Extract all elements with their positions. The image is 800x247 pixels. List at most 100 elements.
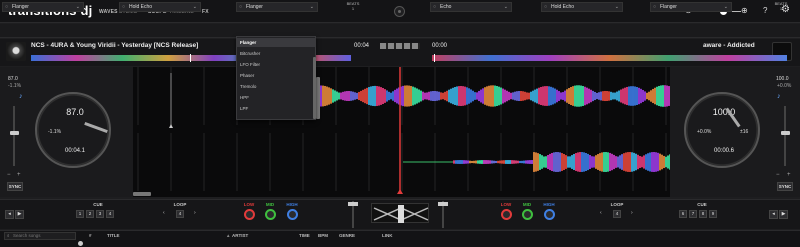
deck-b-fx1-select[interactable]: ○ Echo ⌄ bbox=[430, 2, 512, 12]
deck-a-cue-pad-2[interactable]: 2 bbox=[86, 210, 94, 218]
deck-a-fx3-select[interactable]: ○ Flanger ⌄ bbox=[236, 2, 318, 12]
deck-b-loop-value[interactable]: 4 bbox=[613, 210, 621, 218]
deck-a-waveform-bar bbox=[384, 89, 386, 103]
deck-a-loop-halve[interactable]: ‹ bbox=[163, 210, 165, 216]
deck-b-waveform-bar bbox=[665, 156, 667, 168]
deck-a-cue-pad-1[interactable]: 1 bbox=[76, 210, 84, 218]
deck-b-cue-pad-7[interactable]: 7 bbox=[689, 210, 697, 218]
deck-a-waveform-bar bbox=[580, 85, 582, 107]
dropdown-scrollbar[interactable] bbox=[313, 57, 316, 119]
waveform-scrollbar[interactable] bbox=[316, 77, 320, 119]
deck-b-fx2-select[interactable]: ○ Hold Echo ⌄ bbox=[541, 2, 623, 12]
deck-a-fx1-select[interactable]: ○ Flanger ⌄ bbox=[2, 2, 84, 12]
deck-b-waveform-bar bbox=[513, 160, 515, 164]
tab-waves[interactable]: WAVES bbox=[99, 9, 118, 15]
fx-option-phaser[interactable]: Phaser bbox=[237, 71, 315, 80]
deck-a-pitch-thumb[interactable] bbox=[10, 131, 19, 135]
deck-b-sync-button[interactable]: SYNC bbox=[777, 182, 793, 191]
deck-a-pitch-minus[interactable]: − bbox=[7, 172, 11, 178]
fx-option-lfo-filter[interactable]: LFO Filter bbox=[237, 60, 315, 69]
deck-a-cue-pad-4[interactable]: 4 bbox=[106, 210, 114, 218]
deck-b-eq-mid-knob[interactable] bbox=[522, 209, 533, 220]
deck-b-beats[interactable]: BEATS 1 bbox=[773, 1, 789, 13]
deck-a-eq-mid-knob[interactable] bbox=[265, 209, 276, 220]
deck-b-volume-thumb[interactable] bbox=[438, 202, 448, 206]
fx-option-flanger[interactable]: Flanger bbox=[237, 38, 315, 47]
deck-a-waveform-bar bbox=[502, 88, 504, 104]
column-time[interactable]: TIME bbox=[299, 233, 310, 238]
deck-a-waveform-bar bbox=[468, 88, 470, 104]
deck-a-cue-button[interactable]: ◂ bbox=[5, 210, 14, 219]
deck-a-eq-low-knob[interactable] bbox=[244, 209, 255, 220]
deck-a-sync-button[interactable]: SYNC bbox=[7, 182, 23, 191]
deck-a-waveform-bar bbox=[466, 87, 468, 105]
deck-a-eq-low-label: LOW bbox=[243, 202, 255, 207]
library-resize-handle[interactable] bbox=[78, 241, 83, 246]
deck-a-waveform-bar bbox=[624, 87, 626, 105]
deck-a-eq-high-knob[interactable] bbox=[287, 209, 298, 220]
deck-a-waveform-bar bbox=[514, 91, 516, 101]
deck-b-pitch-fader[interactable] bbox=[784, 106, 786, 166]
deck-a-fx2-select[interactable]: ○ Hold Echo ⌄ bbox=[119, 2, 201, 12]
deck-b-waveform-bar bbox=[459, 160, 461, 164]
deck-b-eq-low-knob[interactable] bbox=[501, 209, 512, 220]
column-title[interactable]: TITLE bbox=[107, 233, 120, 238]
deck-b-jog-wheel[interactable] bbox=[684, 92, 760, 168]
column-genre[interactable]: GENRE bbox=[339, 233, 355, 238]
deck-b-loop-double[interactable]: › bbox=[631, 210, 633, 216]
help-icon[interactable]: ? bbox=[763, 7, 767, 15]
deck-b-eq-high-knob[interactable] bbox=[544, 209, 555, 220]
column-link[interactable]: LINK bbox=[382, 233, 393, 238]
deck-a-beats[interactable]: BEATS 1 bbox=[345, 1, 361, 13]
deck-a-volume-thumb[interactable] bbox=[348, 202, 358, 206]
waveform-canvas[interactable] bbox=[133, 67, 671, 197]
tab-fx[interactable]: FX bbox=[202, 9, 209, 15]
column-artist[interactable]: ARTIST bbox=[232, 233, 248, 238]
deck-b-cue-pad-6[interactable]: 6 bbox=[679, 210, 687, 218]
deck-b-pitch-minus[interactable]: − bbox=[776, 172, 780, 178]
deck-a-minimap-buttons[interactable] bbox=[380, 43, 420, 49]
zoom-in-icon[interactable]: ⊕ bbox=[741, 7, 748, 15]
deck-a-play-button[interactable]: ▶ bbox=[15, 210, 24, 219]
deck-b-overview-waveform[interactable] bbox=[432, 55, 787, 61]
deck-b-loop-halve[interactable]: ‹ bbox=[600, 210, 602, 216]
deck-b-waveform-bar bbox=[579, 152, 581, 172]
deck-a-loop-double[interactable]: › bbox=[194, 210, 196, 216]
library-search-input[interactable]: ⌕ Search songs bbox=[4, 232, 76, 240]
deck-b-key-lock-icon[interactable]: ♪ bbox=[777, 93, 781, 100]
master-knob[interactable] bbox=[394, 6, 405, 17]
deck-a-waveform-bar bbox=[506, 90, 508, 102]
deck-a-waveform-bar bbox=[480, 89, 482, 103]
deck-b-play-button[interactable]: ▶ bbox=[779, 210, 788, 219]
crossfader[interactable] bbox=[371, 203, 429, 223]
deck-a-loop-value[interactable]: 4 bbox=[176, 210, 184, 218]
deck-a-waveform-bar bbox=[346, 91, 348, 101]
deck-b-cue-button[interactable]: ◂ bbox=[769, 210, 778, 219]
deck-a-waveform-bar bbox=[568, 88, 570, 104]
waveform-panel[interactable] bbox=[133, 67, 671, 197]
deck-a-cue-pad-3[interactable]: 3 bbox=[96, 210, 104, 218]
deck-b-waveform-bar bbox=[663, 155, 665, 169]
deck-b-fx3-select[interactable]: ○ Flanger ⌄ bbox=[650, 2, 732, 12]
deck-b-pitch-plus[interactable]: + bbox=[787, 172, 791, 178]
column-number[interactable]: # bbox=[89, 233, 92, 238]
deck-b-cue-pad-8[interactable]: 8 bbox=[699, 210, 707, 218]
deck-a-waveform-bar bbox=[646, 92, 648, 100]
fx-option-bitcrusher[interactable]: Bitcrusher bbox=[237, 49, 315, 58]
deck-a-waveform-bar bbox=[444, 91, 446, 101]
deck-b-waveform-bar bbox=[605, 152, 607, 172]
fx-option-lpf[interactable]: LPF bbox=[237, 104, 315, 113]
deck-a-pitch-plus[interactable]: + bbox=[17, 172, 21, 178]
fx-option-hpf[interactable]: HPF bbox=[237, 93, 315, 102]
deck-b-cue-pad-9[interactable]: 9 bbox=[709, 210, 717, 218]
deck-a-pitch-fader[interactable] bbox=[13, 106, 15, 166]
column-bpm[interactable]: BPM bbox=[318, 233, 328, 238]
fx-option-tremolo[interactable]: Tremolo bbox=[237, 82, 315, 91]
deck-b-pitch-thumb[interactable] bbox=[781, 131, 790, 135]
deck-a-waveform-bar bbox=[654, 87, 656, 105]
waveform-h-scrollbar[interactable] bbox=[133, 192, 151, 196]
deck-a-waveform-bar bbox=[420, 90, 422, 102]
deck-a-fx3-value: Flanger bbox=[246, 4, 263, 10]
deck-a-key-lock-icon[interactable]: ♪ bbox=[19, 93, 23, 100]
deck-b-waveform-bar bbox=[515, 160, 517, 164]
